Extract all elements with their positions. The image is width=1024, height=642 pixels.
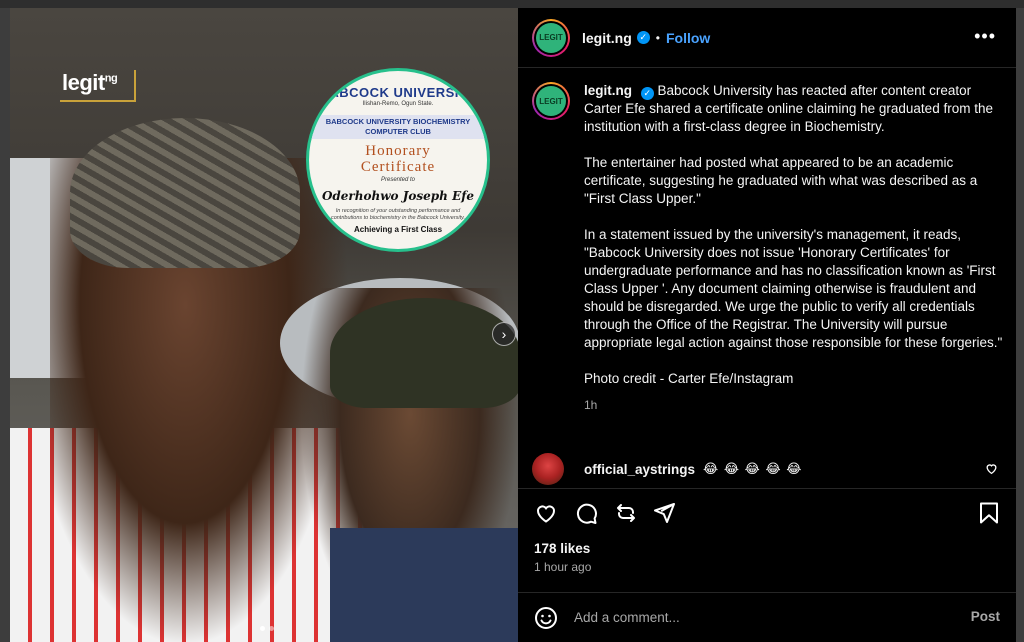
certificate-recipient: Oderhohwo Joseph Efe: [321, 189, 475, 203]
caption-photo-credit: Photo credit - Carter Efe/Instagram: [584, 371, 794, 386]
add-comment-bar: Add a comment... Post: [518, 592, 1016, 642]
comment-text: 😂 😂 😂 😂 😂: [703, 461, 803, 476]
photo-headwrap: [70, 118, 300, 268]
carousel-next-button[interactable]: ›: [492, 322, 516, 346]
post-media[interactable]: legitng BABCOCK UNIVERSITY Ilishan-Remo,…: [10, 8, 518, 642]
verified-badge-icon: ✓: [636, 31, 650, 44]
certificate-university: BABCOCK UNIVERSITY: [319, 85, 477, 100]
verified-badge-icon: ✓: [640, 87, 654, 100]
account-avatar[interactable]: LEGIT: [532, 18, 570, 57]
photo-jacket: [330, 528, 518, 642]
heart-icon[interactable]: [534, 501, 558, 525]
carousel-dot: [260, 626, 265, 631]
legit-logo-icon: LEGIT: [536, 22, 566, 53]
header-separator: •: [655, 30, 660, 45]
caption-avatar[interactable]: LEGIT: [532, 82, 570, 120]
stories-strip: [0, 0, 1024, 8]
share-icon[interactable]: [614, 501, 638, 525]
certificate-presented: Presented to: [380, 177, 416, 183]
certificate-title: Honorary Certificate: [360, 143, 436, 175]
caption-para-3: In a statement issued by the university'…: [584, 227, 1003, 350]
post-header: LEGIT legit.ng ✓ • Follow •••: [518, 8, 1016, 68]
post-side-panel: LEGIT legit.ng ✓ • Follow ••• LEGIT legi…: [518, 8, 1016, 642]
likes-count[interactable]: 178 likes: [534, 541, 590, 556]
post-caption: LEGIT legit.ng ✓ Babcock University has …: [532, 82, 1006, 414]
comment-icon[interactable]: [574, 501, 598, 525]
comment-like-heart-icon[interactable]: [985, 462, 998, 475]
action-bar: [518, 488, 1016, 540]
post-age: 1 hour ago: [534, 560, 592, 574]
send-icon[interactable]: [652, 501, 676, 525]
legit-logo-icon: LEGIT: [536, 86, 566, 116]
carousel-dots: [260, 626, 274, 631]
certificate-inset: BABCOCK UNIVERSITY Ilishan-Remo, Ogun St…: [306, 68, 490, 252]
caption-username[interactable]: legit.ng: [584, 83, 632, 98]
emoji-icon[interactable]: [534, 606, 558, 630]
certificate-reason: In recognition of your outstanding perfo…: [330, 208, 466, 221]
follow-button[interactable]: Follow: [666, 30, 710, 46]
legit-watermark-logo: legitng: [60, 70, 136, 102]
caption-timestamp: 1h: [584, 398, 598, 412]
commenter-username[interactable]: official_aystrings: [584, 462, 695, 477]
certificate-address: Ilishan-Remo, Ogun State.: [362, 101, 434, 107]
caption-para-2: The entertainer had posted what appeared…: [584, 155, 978, 206]
account-username[interactable]: legit.ng: [582, 30, 632, 46]
comment-item: official_aystrings 😂 😂 😂 😂 😂: [532, 453, 1006, 485]
carousel-dot: [269, 626, 274, 631]
commenter-avatar[interactable]: [532, 453, 564, 485]
comment-input[interactable]: Add a comment...: [574, 610, 680, 625]
post-comment-button[interactable]: Post: [971, 609, 1000, 624]
photo-beanie: [330, 298, 518, 408]
certificate-club: BABCOCK UNIVERSITY BIOCHEMISTRY COMPUTER…: [309, 115, 487, 139]
bookmark-icon[interactable]: [978, 501, 1000, 525]
caption-para-1: legit.ng ✓ Babcock University has reacte…: [584, 83, 993, 134]
more-options-icon[interactable]: •••: [974, 26, 996, 47]
